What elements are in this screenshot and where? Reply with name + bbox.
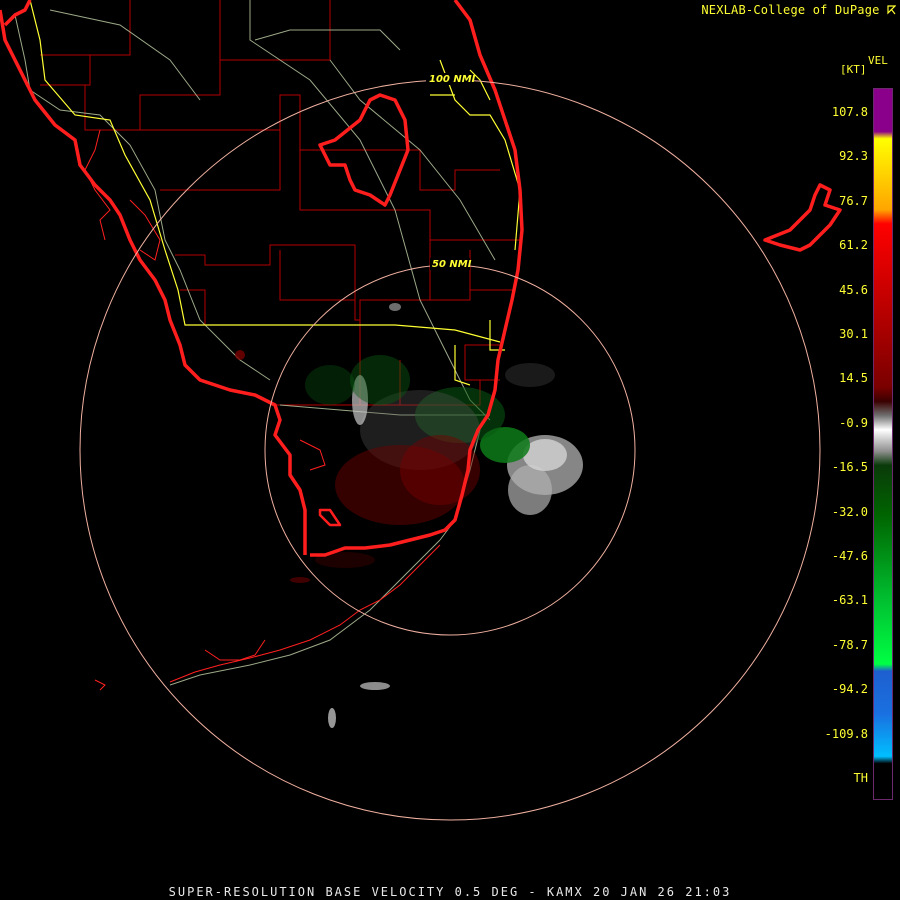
legend-label: 107.8 <box>831 105 868 119</box>
legend-label: -94.2 <box>831 682 868 697</box>
radar-echoes <box>235 303 583 728</box>
legend-label: -109.8 <box>824 726 868 741</box>
product-caption: SUPER-RESOLUTION BASE VELOCITY 0.5 DEG -… <box>168 885 732 899</box>
legend-label: -0.9 <box>839 415 868 430</box>
range-ring-label-100: 100 NMI <box>429 74 476 85</box>
cursor-arrow-icon <box>887 4 897 15</box>
velocity-colorbar <box>873 88 893 800</box>
legend-label: 61.2 <box>839 238 868 253</box>
legend-unit: [KT] <box>840 63 867 76</box>
legend-label: -63.1 <box>831 593 868 608</box>
highways <box>14 0 496 686</box>
legend-label: 76.7 <box>839 193 868 208</box>
legend-title: VEL <box>868 54 888 67</box>
legend-label: -47.6 <box>831 549 868 563</box>
legend-label: -78.7 <box>831 637 868 652</box>
radar-map: 100 NMI 50 NMI <box>0 0 842 821</box>
legend-label: 14.5 <box>839 371 868 386</box>
range-ring-label-50: 50 NMI <box>432 259 472 270</box>
credit-label: NEXLAB-College of DuPage <box>701 3 880 17</box>
legend-label: 92.3 <box>839 149 868 164</box>
legend-label: TH <box>853 771 868 785</box>
legend-label: 30.1 <box>839 327 868 341</box>
credit-text: NEXLAB-College of DuPage <box>701 3 897 17</box>
legend-label: 45.6 <box>839 282 868 297</box>
legend-label: -16.5 <box>831 460 868 475</box>
legend-label: -32.0 <box>831 504 868 519</box>
